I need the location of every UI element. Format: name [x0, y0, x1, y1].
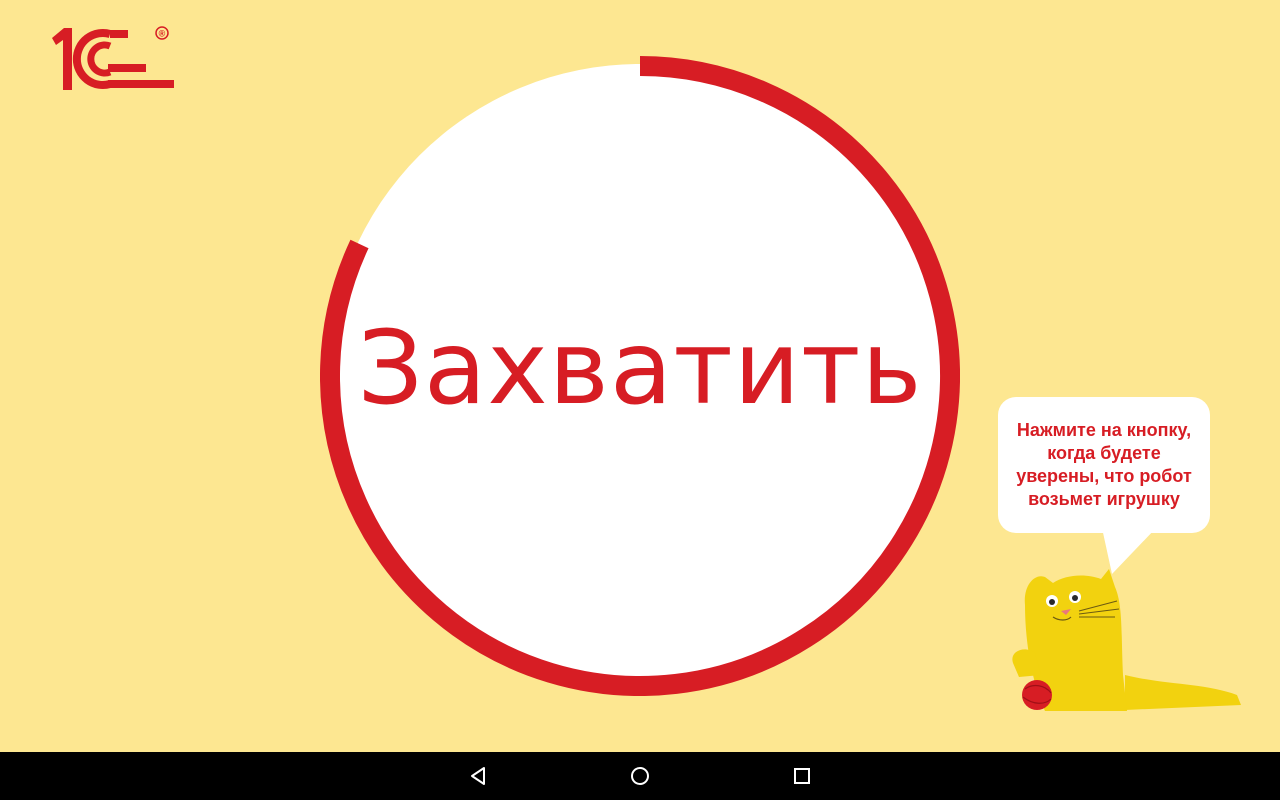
hint-text: Нажмите на кнопку, когда будете уверены,…: [1016, 420, 1192, 509]
home-icon[interactable]: [628, 764, 652, 788]
registered-mark: ®: [159, 29, 166, 39]
logo-1c-graphic: ®: [52, 26, 174, 90]
hint-bubble: Нажмите на кнопку, когда будете уверены,…: [998, 397, 1210, 533]
grab-button-label[interactable]: Захватить: [320, 56, 960, 696]
cat-mascot: [1012, 569, 1241, 711]
logo-1c: ®: [48, 24, 178, 94]
app-screen: ® Захватить Нажмите на кнопку, когда буд…: [0, 0, 1280, 752]
grab-button[interactable]: Захватить: [320, 56, 960, 696]
recent-apps-icon[interactable]: [790, 764, 814, 788]
back-icon[interactable]: [466, 764, 490, 788]
system-nav-bar: [0, 752, 1280, 800]
